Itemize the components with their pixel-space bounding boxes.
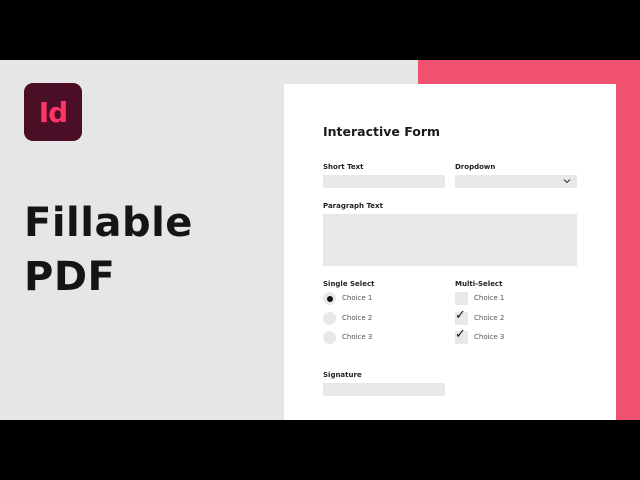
paragraph-text-area[interactable] — [323, 214, 577, 266]
signature-label: Signature — [323, 371, 362, 379]
radio-choice-2-label: Choice 2 — [342, 314, 373, 322]
checkbox-choice-1-label: Choice 1 — [474, 294, 505, 302]
logo-text: Id — [38, 95, 68, 129]
headline-line-2: PDF — [24, 254, 116, 300]
checkbox-choice-1[interactable] — [455, 292, 468, 305]
letterbox-top — [0, 0, 640, 60]
form-title: Interactive Form — [323, 124, 441, 139]
radio-choice-1[interactable] — [323, 292, 336, 305]
signature-field[interactable] — [323, 383, 445, 396]
dropdown-select[interactable] — [455, 175, 577, 188]
checkbox-choice-2-label: Choice 2 — [474, 314, 505, 322]
thumbnail-stage: Id Fillable PDF Interactive Form Short T… — [0, 60, 640, 420]
radio-choice-1-label: Choice 1 — [342, 294, 373, 302]
short-text-label: Short Text — [323, 163, 364, 171]
indesign-logo-icon: Id — [24, 83, 82, 141]
single-select-label: Single Select — [323, 280, 375, 288]
checkmark-icon: ✓ — [455, 308, 466, 323]
radio-choice-3-label: Choice 3 — [342, 333, 373, 341]
radio-choice-3[interactable] — [323, 331, 336, 344]
headline-line-1: Fillable — [24, 200, 193, 246]
checkmark-icon: ✓ — [455, 327, 466, 342]
short-text-input[interactable] — [323, 175, 445, 188]
dropdown-label: Dropdown — [455, 163, 496, 171]
radio-choice-2[interactable] — [323, 312, 336, 325]
headline: Fillable PDF — [24, 196, 274, 304]
chevron-down-icon — [563, 179, 571, 184]
checkbox-choice-3[interactable]: ✓ — [455, 327, 468, 344]
letterbox-bottom — [0, 420, 640, 480]
multi-select-label: Multi-Select — [455, 280, 503, 288]
paragraph-text-label: Paragraph Text — [323, 202, 383, 210]
checkbox-choice-2[interactable]: ✓ — [455, 308, 468, 325]
checkbox-choice-3-label: Choice 3 — [474, 333, 505, 341]
form-card: Interactive Form Short Text Dropdown Par… — [284, 84, 616, 420]
